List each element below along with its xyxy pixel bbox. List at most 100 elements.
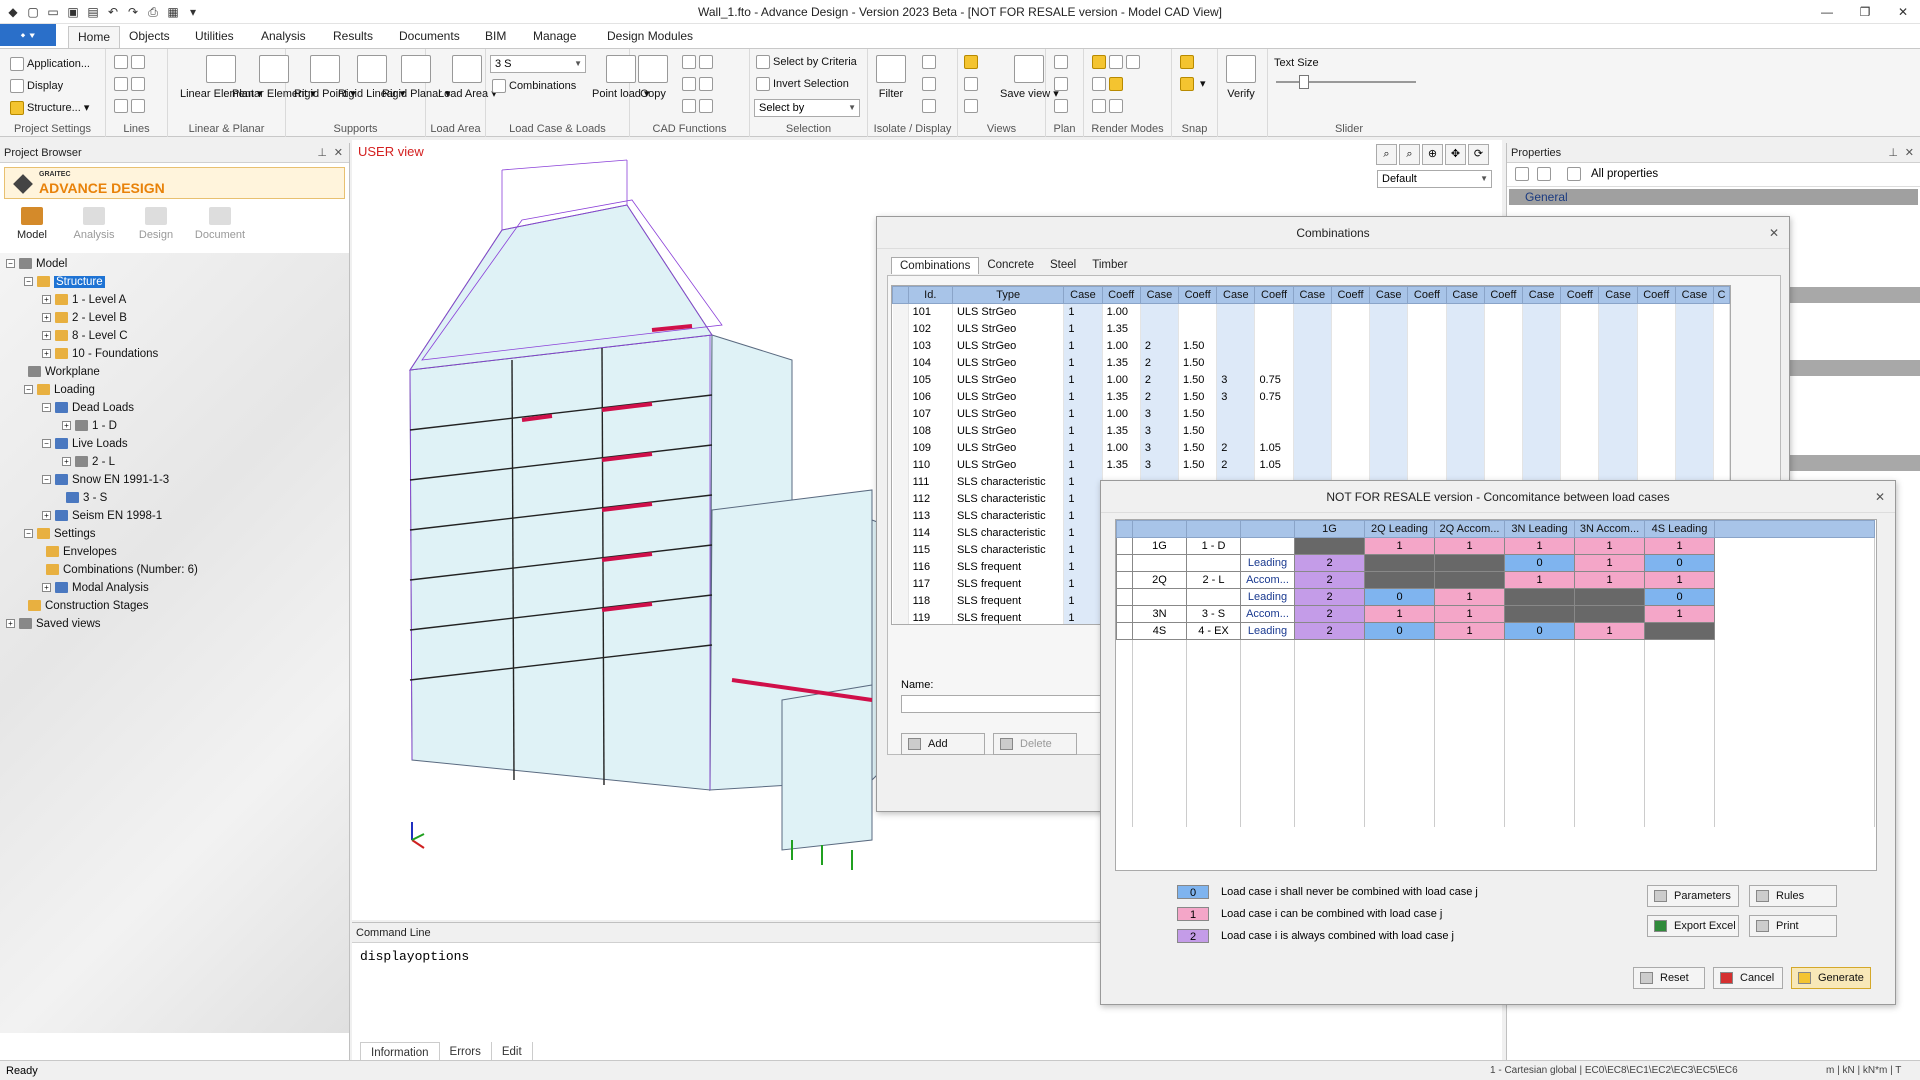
tree-node-seism[interactable]: + Seism EN 1998-1 <box>42 507 162 525</box>
table-cell[interactable]: 1.50 <box>1178 456 1218 474</box>
table-row[interactable]: 108 ULS StrGeo 1 1.35 3 1.50 <box>892 422 1730 440</box>
table-cell[interactable]: 1 <box>1063 541 1103 559</box>
table-cell[interactable] <box>1560 439 1600 457</box>
tab-steel[interactable]: Steel <box>1042 257 1084 274</box>
row-selector-cell[interactable] <box>892 575 909 593</box>
table-cell[interactable]: SLS characteristic <box>952 473 1065 491</box>
table-cell[interactable]: 1.35 <box>1102 422 1141 440</box>
table-cell[interactable] <box>1522 354 1562 372</box>
display-button[interactable]: Display <box>10 79 63 93</box>
properties-general-group[interactable]: General <box>1509 189 1918 205</box>
table-cell[interactable] <box>1331 422 1371 440</box>
show-tools[interactable] <box>922 77 939 91</box>
select-by-criteria-button[interactable]: Select by Criteria <box>756 55 857 69</box>
column-header[interactable]: C <box>1713 286 1730 304</box>
tree-node-workplane[interactable]: Workplane <box>28 363 100 381</box>
table-cell[interactable]: 106 <box>908 388 953 406</box>
table-cell[interactable]: 118 <box>908 592 953 610</box>
table-cell[interactable]: 1.00 <box>1102 405 1141 423</box>
table-cell[interactable] <box>1407 388 1447 406</box>
table-cell[interactable] <box>1216 405 1256 423</box>
matrix-cell[interactable]: 2 <box>1294 571 1365 589</box>
table-cell[interactable]: 1.00 <box>1102 337 1141 355</box>
column-header[interactable]: Case <box>1063 286 1103 304</box>
row-selector-cell[interactable] <box>1116 622 1133 640</box>
table-cell[interactable] <box>1675 320 1715 338</box>
matrix-cell[interactable]: 0 <box>1364 622 1435 640</box>
table-cell[interactable] <box>1407 371 1447 389</box>
edit-tools[interactable] <box>682 77 716 91</box>
table-cell[interactable]: 115 <box>908 541 953 559</box>
table-cell[interactable] <box>1522 388 1562 406</box>
table-cell[interactable] <box>1675 303 1715 321</box>
column-header[interactable]: Coeff <box>1177 286 1218 304</box>
matrix-cell[interactable]: 2 <box>1294 605 1365 623</box>
tab-combinations[interactable]: Combinations <box>891 257 980 274</box>
application-menu-button[interactable]: ⬩ ▾ <box>0 24 56 46</box>
tab-document[interactable]: Document <box>190 207 250 241</box>
table-cell[interactable]: 1.50 <box>1178 354 1218 372</box>
table-cell[interactable] <box>1637 422 1676 440</box>
table-cell[interactable] <box>1216 422 1256 440</box>
table-cell[interactable]: 3 <box>1140 405 1180 423</box>
table-cell[interactable] <box>1484 354 1524 372</box>
table-cell[interactable]: 1 <box>1063 592 1103 610</box>
table-cell[interactable]: 107 <box>908 405 953 423</box>
table-cell[interactable] <box>1598 320 1638 338</box>
table-cell[interactable] <box>1369 422 1409 440</box>
table-cell[interactable] <box>1254 303 1294 321</box>
table-cell[interactable] <box>1293 405 1332 423</box>
table-cell[interactable]: ULS StrGeo <box>952 303 1065 321</box>
table-cell[interactable]: 1.35 <box>1102 320 1141 338</box>
matrix-cell[interactable]: 0 <box>1504 622 1575 640</box>
table-cell[interactable]: 113 <box>908 507 953 525</box>
table-cell[interactable] <box>1331 354 1371 372</box>
table-cell[interactable] <box>1446 371 1485 389</box>
column-header[interactable]: Id. <box>907 286 953 304</box>
tab-home[interactable]: Home <box>68 26 121 48</box>
table-cell[interactable] <box>1484 320 1524 338</box>
pan-icon[interactable]: ✥ <box>1445 144 1466 165</box>
table-cell[interactable] <box>1484 303 1524 321</box>
table-cell[interactable] <box>1484 405 1524 423</box>
table-cell[interactable]: 1.50 <box>1178 388 1218 406</box>
table-cell[interactable] <box>1293 439 1332 457</box>
invert-selection-button[interactable]: Invert Selection <box>756 77 849 91</box>
row-selector-cell[interactable] <box>892 388 909 406</box>
table-cell[interactable]: 109 <box>908 439 953 457</box>
plan-tool-2[interactable] <box>1054 77 1071 91</box>
table-cell[interactable]: 2 <box>1140 354 1180 372</box>
view-tools[interactable] <box>964 55 981 69</box>
rules-button[interactable]: Rules <box>1749 885 1837 907</box>
zoom-icon[interactable]: ⊕ <box>1422 144 1443 165</box>
tree-node-level-a[interactable]: +1 - Level A <box>42 291 126 309</box>
table-cell[interactable] <box>1484 337 1524 355</box>
table-cell[interactable]: SLS characteristic <box>952 524 1065 542</box>
tree-node-combinations[interactable]: Combinations (Number: 6) <box>46 561 198 579</box>
table-cell[interactable] <box>1522 439 1562 457</box>
table-cell[interactable]: SLS characteristic <box>952 507 1065 525</box>
table-cell[interactable] <box>1254 422 1294 440</box>
parameters-button[interactable]: Parameters <box>1647 885 1739 907</box>
table-cell[interactable] <box>1369 354 1409 372</box>
view-tools-2[interactable] <box>964 77 981 91</box>
table-cell[interactable]: 1 <box>1063 473 1103 491</box>
table-cell[interactable] <box>1522 456 1562 474</box>
table-cell[interactable] <box>1331 320 1371 338</box>
table-cell[interactable] <box>1407 320 1447 338</box>
close-icon[interactable]: ✕ <box>1905 143 1914 163</box>
table-cell[interactable] <box>1560 422 1600 440</box>
table-cell[interactable] <box>1598 456 1638 474</box>
table-cell[interactable]: 0.75 <box>1254 388 1294 406</box>
matrix-cell[interactable]: 0 <box>1504 554 1575 572</box>
matrix-cell[interactable]: 1 <box>1574 571 1645 589</box>
table-cell[interactable]: 1 <box>1063 371 1103 389</box>
table-row[interactable]: 107 ULS StrGeo 1 1.00 3 1.50 <box>892 405 1730 423</box>
row-selector-cell[interactable] <box>892 320 909 338</box>
table-cell[interactable] <box>1407 439 1447 457</box>
table-cell[interactable] <box>1675 388 1715 406</box>
table-cell[interactable] <box>1446 405 1485 423</box>
render-row-3[interactable] <box>1092 99 1126 113</box>
table-cell[interactable]: 117 <box>908 575 953 593</box>
table-cell[interactable] <box>1293 388 1332 406</box>
